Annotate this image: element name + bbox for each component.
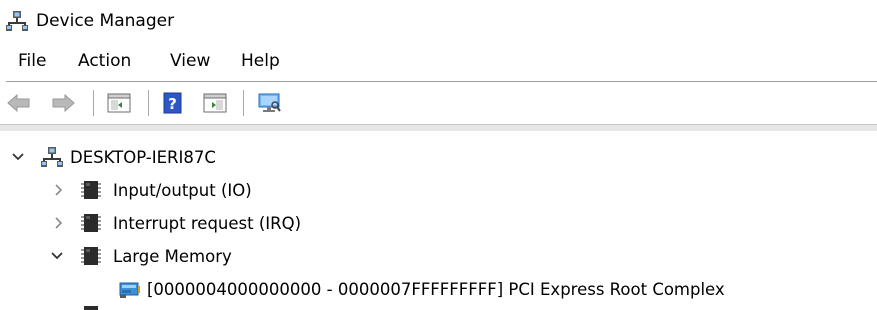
- chip-icon: [84, 306, 98, 310]
- toolbar-separator: [93, 90, 94, 116]
- scan-hardware-button[interactable]: [256, 91, 282, 115]
- tree-node-label[interactable]: Large Memory: [113, 246, 232, 268]
- menu-help[interactable]: Help: [239, 50, 282, 72]
- computer-icon: [41, 146, 63, 168]
- tree-node-large-memory[interactable]: Large Memory: [0, 240, 400, 273]
- forward-arrow-icon: [52, 93, 75, 113]
- tree-node-io[interactable]: Input/output (IO): [0, 174, 400, 207]
- chip-icon: [80, 212, 102, 234]
- forward-button[interactable]: [50, 91, 76, 115]
- console-tree-icon: [107, 93, 131, 113]
- pci-device-icon: [119, 278, 141, 300]
- menu-bar: File Action View Help: [0, 42, 877, 82]
- toolbar-separator: [148, 90, 149, 116]
- menu-file[interactable]: File: [16, 50, 48, 72]
- toolbar-separator: [243, 90, 244, 116]
- help-icon: ?: [163, 92, 182, 114]
- svg-text:?: ?: [168, 95, 177, 113]
- help-button[interactable]: ?: [160, 91, 186, 115]
- toolbar: ?: [0, 82, 877, 124]
- device-tree[interactable]: DESKTOP-IERI87C Input/output (IO) Interr…: [0, 131, 877, 310]
- monitor-icon: [258, 93, 281, 112]
- tree-node-label[interactable]: Input/output (IO): [113, 180, 252, 202]
- title-bar: Device Manager: [0, 0, 877, 42]
- show-hide-console-tree-button[interactable]: [106, 91, 132, 115]
- tree-node-label[interactable]: [0000004000000000 - 0000007FFFFFFFFF] PC…: [147, 279, 725, 301]
- back-arrow-icon: [7, 93, 30, 113]
- action-pane-icon: [203, 93, 227, 113]
- chip-icon: [80, 179, 102, 201]
- chevron-right-icon[interactable]: [51, 215, 65, 229]
- show-action-pane-button[interactable]: [202, 91, 228, 115]
- chevron-down-icon[interactable]: [11, 149, 25, 163]
- tree-node-partial: [80, 306, 102, 310]
- tree-node-irq[interactable]: Interrupt request (IRQ): [0, 207, 400, 240]
- chevron-right-icon[interactable]: [51, 182, 65, 196]
- menu-action[interactable]: Action: [76, 50, 133, 72]
- device-manager-icon: [6, 10, 28, 32]
- back-button[interactable]: [6, 91, 32, 115]
- tree-node-label[interactable]: Interrupt request (IRQ): [113, 213, 301, 235]
- chevron-down-icon[interactable]: [50, 248, 64, 262]
- tree-node-pci-root-complex[interactable]: [0000004000000000 - 0000007FFFFFFFFF] PC…: [0, 273, 877, 306]
- window-title: Device Manager: [36, 11, 175, 31]
- menu-view[interactable]: View: [168, 50, 212, 72]
- tree-node-label[interactable]: DESKTOP-IERI87C: [70, 147, 216, 169]
- tree-node-root[interactable]: DESKTOP-IERI87C: [0, 141, 400, 174]
- tree-pane-border: [0, 124, 877, 131]
- chip-icon: [80, 245, 102, 267]
